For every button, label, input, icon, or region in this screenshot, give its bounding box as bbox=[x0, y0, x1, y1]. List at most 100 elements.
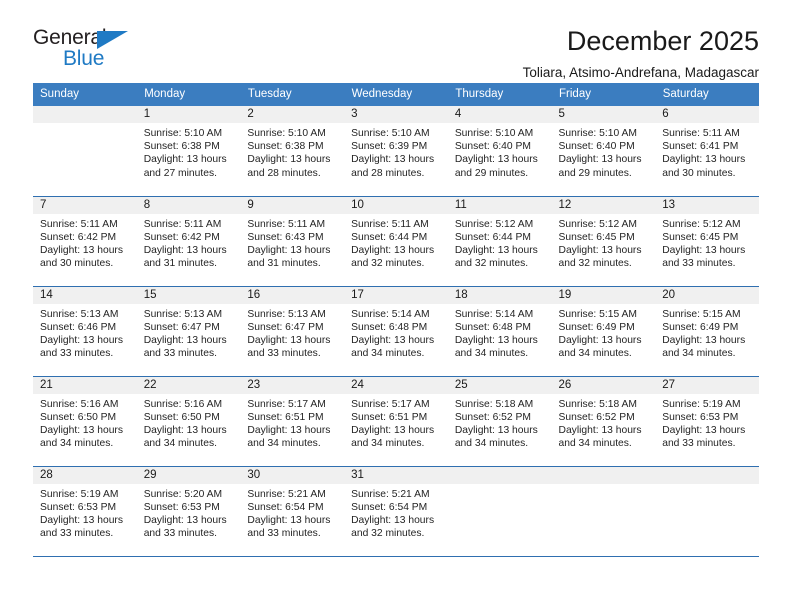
calendar-day-cell[interactable]: 11 Sunrise: 5:12 AM Sunset: 6:44 PM Dayligh… bbox=[447, 196, 552, 287]
calendar-day-cell[interactable]: 21 Sunrise: 5:16 AM Sunset: 6:50 PM Dayligh… bbox=[33, 376, 137, 467]
calendar-day-cell[interactable]: 28 Sunrise: 5:19 AM Sunset: 6:53 PM Dayligh… bbox=[33, 466, 137, 557]
calendar-day-cell[interactable]: 17 Sunrise: 5:14 AM Sunset: 6:48 PM Dayligh… bbox=[344, 286, 448, 377]
calendar-week-row: 7 Sunrise: 5:11 AM Sunset: 6:42 PM Daylight… bbox=[33, 196, 759, 287]
sunset-time: Sunset: 6:40 PM bbox=[558, 141, 635, 153]
calendar-week-row: 21 Sunrise: 5:16 AM Sunset: 6:50 PM Dayligh… bbox=[33, 376, 759, 467]
sunset-time: Sunset: 6:52 PM bbox=[558, 411, 635, 423]
calendar-day-cell[interactable]: 24 Sunrise: 5:17 AM Sunset: 6:51 PM Dayligh… bbox=[344, 376, 448, 467]
calendar-day-cell[interactable]: 25 Sunrise: 5:18 AM Sunset: 6:52 PM Dayligh… bbox=[447, 376, 552, 467]
sunset-time: Sunset: 6:45 PM bbox=[662, 231, 739, 243]
calendar-day-cell[interactable]: 7 Sunrise: 5:11 AM Sunset: 6:42 PM Daylight… bbox=[33, 196, 137, 287]
daylight-duration-line1: Daylight: 13 hours bbox=[247, 424, 331, 436]
sunset-time: Sunset: 6:41 PM bbox=[662, 141, 739, 153]
daylight-duration-line2: and 34 minutes. bbox=[454, 348, 529, 360]
calendar-day-cell[interactable]: 1 Sunrise: 5:10 AM Sunset: 6:38 PM Daylight… bbox=[136, 106, 241, 197]
calendar-day-cell[interactable]: 15 Sunrise: 5:13 AM Sunset: 6:47 PM Dayligh… bbox=[136, 286, 241, 377]
daylight-duration-line2: and 34 minutes. bbox=[40, 438, 114, 450]
sunset-time: Sunset: 6:51 PM bbox=[351, 411, 428, 423]
calendar-day-cell[interactable] bbox=[551, 466, 656, 557]
sunrise-time: Sunrise: 5:13 AM bbox=[247, 308, 326, 320]
day-number: 24 bbox=[344, 376, 448, 394]
sunset-time: Sunset: 6:39 PM bbox=[351, 141, 428, 153]
sunset-time: Sunset: 6:52 PM bbox=[454, 411, 531, 423]
sunrise-time: Sunrise: 5:21 AM bbox=[351, 488, 430, 500]
sunrise-time: Sunrise: 5:11 AM bbox=[40, 218, 118, 230]
daylight-duration-line1: Daylight: 13 hours bbox=[351, 424, 435, 436]
calendar-day-cell[interactable] bbox=[655, 466, 759, 557]
sunset-time: Sunset: 6:48 PM bbox=[351, 321, 428, 333]
daylight-duration-line1: Daylight: 13 hours bbox=[454, 334, 538, 346]
calendar-day-cell[interactable]: 2 Sunrise: 5:10 AM Sunset: 6:38 PM Daylight… bbox=[240, 106, 345, 197]
calendar-day-cell[interactable]: 14 Sunrise: 5:13 AM Sunset: 6:46 PM Dayligh… bbox=[33, 286, 137, 377]
sunset-time: Sunset: 6:42 PM bbox=[143, 231, 220, 243]
day-4: 4 Sunrise: 5:10 AM Sunset: 6:40 PM Daylight… bbox=[447, 106, 552, 195]
daylight-duration-line1: Daylight: 13 hours bbox=[662, 334, 746, 346]
daylight-duration-line2: and 33 minutes. bbox=[40, 528, 114, 540]
day-number: 2 bbox=[240, 106, 345, 123]
calendar-day-cell[interactable]: 29 Sunrise: 5:20 AM Sunset: 6:53 PM Dayligh… bbox=[136, 466, 241, 557]
calendar-day-cell[interactable]: 13 Sunrise: 5:12 AM Sunset: 6:45 PM Dayligh… bbox=[655, 196, 759, 287]
calendar-day-cell[interactable]: 10 Sunrise: 5:11 AM Sunset: 6:44 PM Dayligh… bbox=[344, 196, 448, 287]
calendar-day-cell[interactable]: 26 Sunrise: 5:18 AM Sunset: 6:52 PM Dayligh… bbox=[551, 376, 656, 467]
sunset-time: Sunset: 6:38 PM bbox=[247, 141, 324, 153]
day-number: 15 bbox=[136, 286, 241, 304]
sunset-time: Sunset: 6:50 PM bbox=[40, 411, 117, 423]
calendar-day-cell[interactable]: 4 Sunrise: 5:10 AM Sunset: 6:40 PM Daylight… bbox=[447, 106, 552, 197]
day-sun-info: Sunrise: 5:11 AM Sunset: 6:44 PM Daylight:… bbox=[344, 214, 448, 271]
calendar-day-cell[interactable]: 22 Sunrise: 5:16 AM Sunset: 6:50 PM Dayligh… bbox=[136, 376, 241, 467]
calendar-day-cell[interactable]: 18 Sunrise: 5:14 AM Sunset: 6:48 PM Dayligh… bbox=[447, 286, 552, 377]
day-number: 27 bbox=[655, 376, 759, 394]
day-sun-info: Sunrise: 5:12 AM Sunset: 6:45 PM Daylight:… bbox=[552, 214, 656, 271]
day-number: 23 bbox=[240, 376, 345, 394]
daylight-duration-line1: Daylight: 13 hours bbox=[454, 244, 538, 256]
daylight-duration-line2: and 30 minutes. bbox=[40, 258, 114, 270]
calendar-day-cell[interactable] bbox=[447, 466, 552, 557]
empty-day bbox=[447, 466, 552, 556]
calendar-day-cell[interactable]: 12 Sunrise: 5:12 AM Sunset: 6:45 PM Dayligh… bbox=[551, 196, 656, 287]
daylight-duration-line1: Daylight: 13 hours bbox=[351, 334, 435, 346]
calendar-day-cell[interactable]: 9 Sunrise: 5:11 AM Sunset: 6:43 PM Daylight… bbox=[240, 196, 345, 287]
calendar-day-cell[interactable] bbox=[33, 106, 137, 197]
sunset-time: Sunset: 6:49 PM bbox=[558, 321, 635, 333]
day-sun-info: Sunrise: 5:10 AM Sunset: 6:39 PM Daylight:… bbox=[344, 123, 448, 180]
day-sun-info: Sunrise: 5:15 AM Sunset: 6:49 PM Daylight:… bbox=[655, 304, 759, 361]
day-sun-info: Sunrise: 5:21 AM Sunset: 6:54 PM Daylight:… bbox=[240, 484, 344, 541]
sunset-time: Sunset: 6:54 PM bbox=[247, 501, 324, 513]
empty-day bbox=[551, 466, 656, 556]
sunrise-time: Sunrise: 5:17 AM bbox=[247, 398, 326, 410]
calendar-day-cell[interactable]: 20 Sunrise: 5:15 AM Sunset: 6:49 PM Dayligh… bbox=[655, 286, 759, 377]
daylight-duration-line2: and 34 minutes. bbox=[351, 438, 425, 450]
daylight-duration-line2: and 32 minutes. bbox=[351, 528, 425, 540]
daylight-duration-line1: Daylight: 13 hours bbox=[143, 514, 227, 526]
day-27: 27 Sunrise: 5:19 AM Sunset: 6:53 PM Dayligh… bbox=[655, 376, 759, 466]
calendar-day-cell[interactable]: 8 Sunrise: 5:11 AM Sunset: 6:42 PM Daylight… bbox=[136, 196, 241, 287]
daylight-duration-line2: and 27 minutes. bbox=[143, 167, 217, 179]
sunrise-time: Sunrise: 5:16 AM bbox=[143, 398, 223, 410]
day-sun-info: Sunrise: 5:14 AM Sunset: 6:48 PM Daylight:… bbox=[344, 304, 448, 361]
calendar-day-cell[interactable]: 3 Sunrise: 5:10 AM Sunset: 6:39 PM Daylight… bbox=[344, 106, 448, 197]
day-sun-info: Sunrise: 5:11 AM Sunset: 6:42 PM Daylight:… bbox=[137, 214, 241, 271]
general-blue-logo[interactable]: General Blue bbox=[33, 26, 153, 72]
daylight-duration-line2: and 31 minutes. bbox=[143, 258, 217, 270]
sunrise-time: Sunrise: 5:14 AM bbox=[351, 308, 430, 320]
calendar-day-cell[interactable]: 19 Sunrise: 5:15 AM Sunset: 6:49 PM Dayligh… bbox=[551, 286, 656, 377]
calendar-day-cell[interactable]: 31 Sunrise: 5:21 AM Sunset: 6:54 PM Dayligh… bbox=[344, 466, 448, 557]
daylight-duration-line2: and 33 minutes. bbox=[143, 528, 217, 540]
daylight-duration-line1: Daylight: 13 hours bbox=[351, 154, 435, 166]
calendar-day-cell[interactable]: 6 Sunrise: 5:11 AM Sunset: 6:41 PM Daylight… bbox=[655, 106, 759, 197]
day-number bbox=[551, 466, 656, 484]
calendar-day-cell[interactable]: 23 Sunrise: 5:17 AM Sunset: 6:51 PM Dayligh… bbox=[240, 376, 345, 467]
day-number: 17 bbox=[344, 286, 448, 304]
day-5: 5 Sunrise: 5:10 AM Sunset: 6:40 PM Daylight… bbox=[551, 106, 656, 195]
calendar-day-cell[interactable]: 16 Sunrise: 5:13 AM Sunset: 6:47 PM Dayligh… bbox=[240, 286, 345, 377]
day-number: 25 bbox=[447, 376, 552, 394]
daylight-duration-line1: Daylight: 13 hours bbox=[143, 424, 227, 436]
calendar-day-cell[interactable]: 5 Sunrise: 5:10 AM Sunset: 6:40 PM Daylight… bbox=[551, 106, 656, 197]
page-header: General Blue December 2025 Toliara, Atsi… bbox=[33, 0, 759, 80]
sunrise-time: Sunrise: 5:10 AM bbox=[247, 128, 326, 139]
calendar-day-cell[interactable]: 27 Sunrise: 5:19 AM Sunset: 6:53 PM Dayligh… bbox=[655, 376, 759, 467]
daylight-duration-line2: and 34 minutes. bbox=[662, 348, 736, 360]
calendar-day-cell[interactable]: 30 Sunrise: 5:21 AM Sunset: 6:54 PM Dayligh… bbox=[240, 466, 345, 557]
day-sun-info: Sunrise: 5:12 AM Sunset: 6:45 PM Daylight:… bbox=[655, 214, 759, 271]
sunrise-time: Sunrise: 5:15 AM bbox=[558, 308, 637, 320]
